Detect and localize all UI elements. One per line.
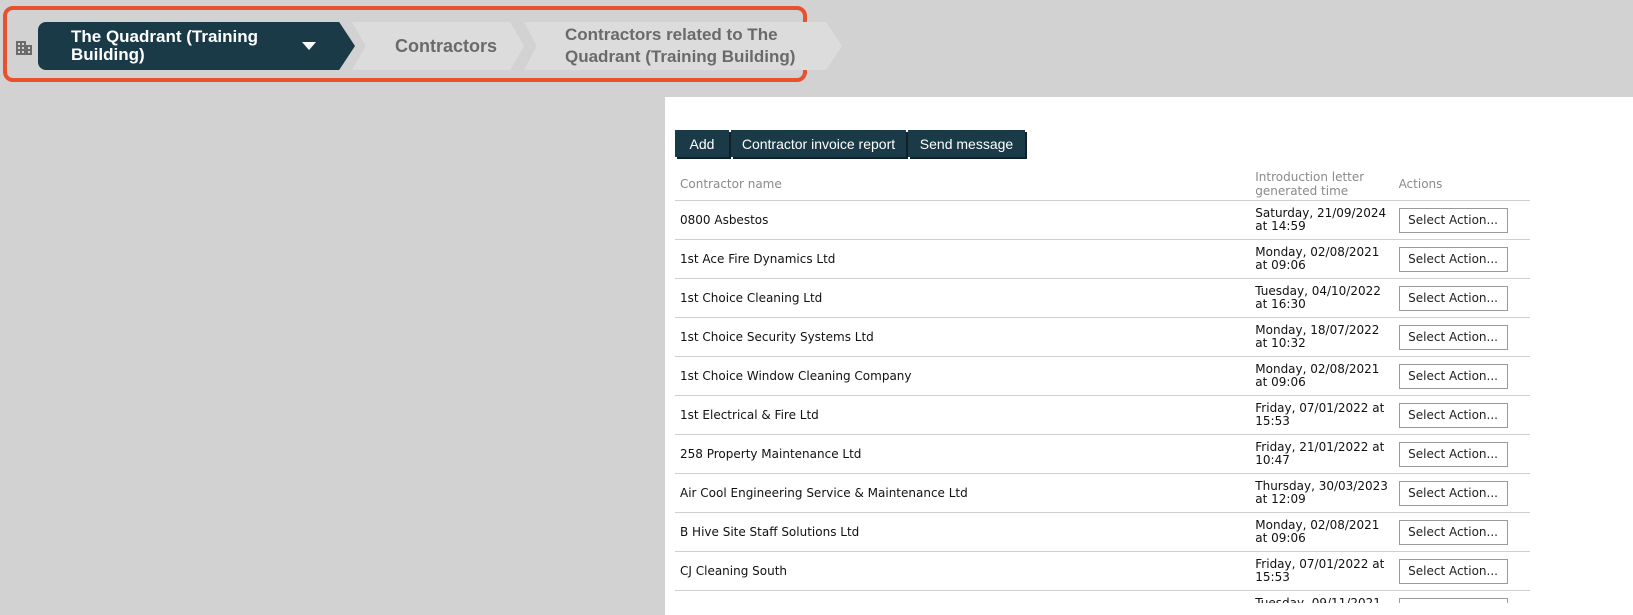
select-action-button[interactable]: Select Action... [1398,207,1508,233]
table-row: 1st Choice Window Cleaning Company Monday… [675,356,1530,396]
introduction-letter-time-cell: Monday, 02/08/2021 at 09:06 [1250,512,1394,552]
building-icon [15,38,33,56]
breadcrumb-current-page-label: Contractors related to The Quadrant (Tra… [565,25,796,66]
select-action-button[interactable]: Select Action... [1398,402,1508,428]
introduction-letter-time-cell: Thursday, 30/03/2023 at 12:09 [1250,473,1394,513]
table-row: 1st Choice Cleaning Ltd Tuesday, 04/10/20… [675,278,1530,318]
actions-cell: Select Action... [1393,395,1530,435]
panel-clip [665,603,1633,615]
select-action-button[interactable]: Select Action... [1398,441,1508,467]
breadcrumb-building-label: The Quadrant (Training Building) [71,27,259,64]
introduction-letter-time-cell: Monday, 18/07/2022 at 10:32 [1250,317,1394,357]
contractor-name-cell: CJ Cleaning South [675,551,1251,591]
actions-cell: Select Action... [1393,317,1530,357]
table-row: 258 Property Maintenance Ltd Friday, 21/0… [675,434,1530,474]
breadcrumb-contractors-label: Contractors [395,35,498,56]
header-introduction-letter-time[interactable]: Introduction letter generated time [1250,167,1394,201]
contractor-invoice-report-button[interactable]: Contractor invoice report [731,130,906,157]
table-row: B Hive Site Staff Solutions Ltd Monday, 0… [675,512,1530,552]
table-row: 1st Ace Fire Dynamics Ltd Monday, 02/08/2… [675,239,1530,279]
introduction-letter-time-cell: Tuesday, 04/10/2022 at 16:30 [1250,278,1394,318]
select-action-button[interactable]: Select Action... [1398,285,1508,311]
contractor-name-cell: 1st Choice Window Cleaning Company [675,356,1251,396]
add-button[interactable]: Add [675,130,729,157]
actions-cell: Select Action... [1393,434,1530,474]
table-row: Air Cool Engineering Service & Maintenan… [675,473,1530,513]
actions-cell: Select Action... [1393,200,1530,240]
actions-cell: Select Action... [1393,551,1530,591]
introduction-letter-time-cell: Friday, 21/01/2022 at 10:47 [1250,434,1394,474]
table-row: 0800 Asbestos Saturday, 21/09/2024 at 14:… [675,200,1530,240]
contractor-name-cell: Air Cool Engineering Service & Maintenan… [675,473,1251,513]
toolbar: Add Contractor invoice report Send messa… [675,130,1025,157]
contractor-name-cell: 1st Choice Security Systems Ltd [675,317,1251,357]
introduction-letter-time-cell: Monday, 02/08/2021 at 09:06 [1250,356,1394,396]
header-actions: Actions [1393,167,1530,201]
send-message-button[interactable]: Send message [908,130,1025,157]
select-action-button[interactable]: Select Action... [1398,558,1508,584]
select-action-button[interactable]: Select Action... [1398,246,1508,272]
actions-cell: Select Action... [1393,356,1530,396]
contractors-table: Contractor name Introduction letter gene… [675,167,1530,615]
select-action-button[interactable]: Select Action... [1398,519,1508,545]
contractor-name-cell: 1st Electrical & Fire Ltd [675,395,1251,435]
breadcrumb-current-page: Contractors related to The Quadrant (Tra… [524,22,842,70]
introduction-letter-time-cell: Friday, 07/01/2022 at 15:53 [1250,395,1394,435]
contractor-name-cell: 0800 Asbestos [675,200,1251,240]
table-row: 1st Choice Security Systems Ltd Monday, 1… [675,317,1530,357]
header-contractor-name[interactable]: Contractor name [675,167,1251,201]
contractor-name-cell: 1st Ace Fire Dynamics Ltd [675,239,1251,279]
introduction-letter-time-cell: Saturday, 21/09/2024 at 14:59 [1250,200,1394,240]
introduction-letter-time-cell: Monday, 02/08/2021 at 09:06 [1250,239,1394,279]
table-row: CJ Cleaning South Friday, 07/01/2022 at 1… [675,551,1530,591]
select-action-button[interactable]: Select Action... [1398,480,1508,506]
contractor-name-cell: B Hive Site Staff Solutions Ltd [675,512,1251,552]
actions-cell: Select Action... [1393,473,1530,513]
actions-cell: Select Action... [1393,278,1530,318]
table-row: 1st Electrical & Fire Ltd Friday, 07/01/2… [675,395,1530,435]
contractors-panel: Add Contractor invoice report Send messa… [665,97,1633,615]
caret-down-icon[interactable] [302,42,316,50]
breadcrumb-contractors[interactable]: Contractors [352,22,524,70]
select-action-button[interactable]: Select Action... [1398,363,1508,389]
select-action-button[interactable]: Select Action... [1398,324,1508,350]
contractor-name-cell: 258 Property Maintenance Ltd [675,434,1251,474]
introduction-letter-time-cell: Friday, 07/01/2022 at 15:53 [1250,551,1394,591]
actions-cell: Select Action... [1393,512,1530,552]
breadcrumb-building[interactable]: The Quadrant (Training Building) [38,22,355,70]
contractor-name-cell: 1st Choice Cleaning Ltd [675,278,1251,318]
table-header-row: Contractor name Introduction letter gene… [675,167,1530,201]
actions-cell: Select Action... [1393,239,1530,279]
